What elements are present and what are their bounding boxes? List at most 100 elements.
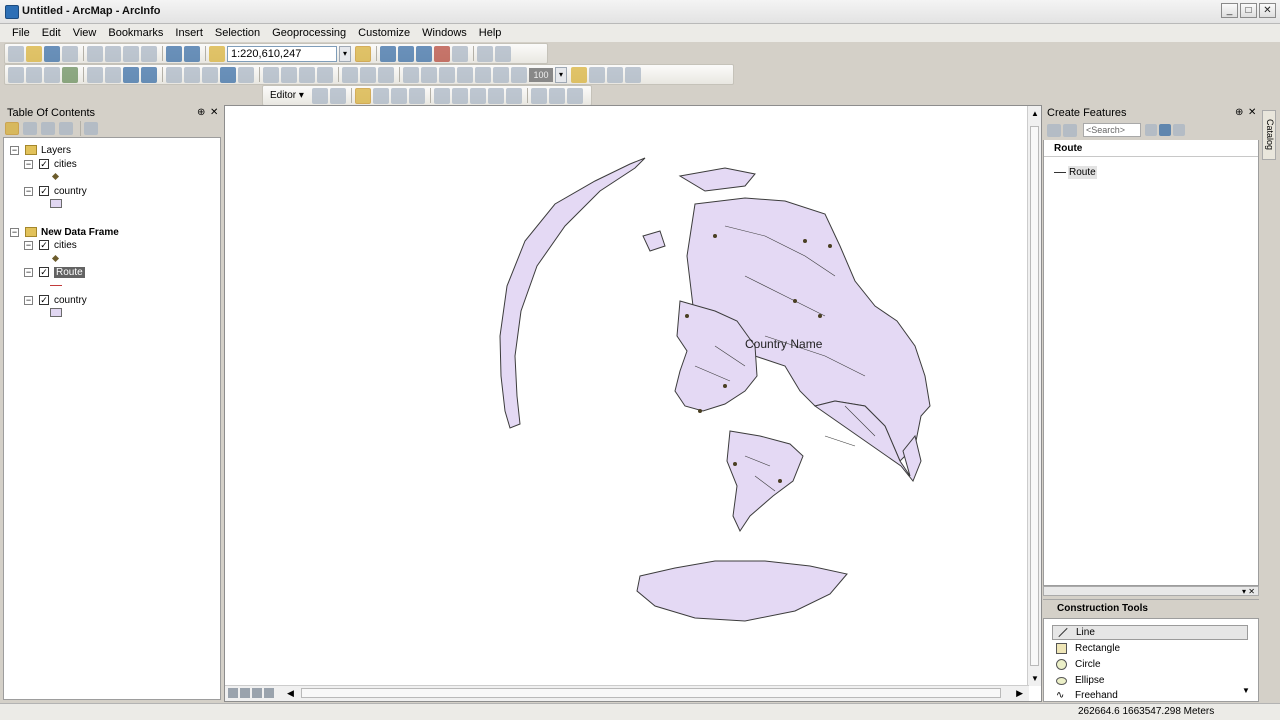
template-item-route[interactable]: Route [1054, 166, 1097, 179]
list-by-visibility-icon[interactable] [41, 122, 55, 135]
redo-icon[interactable] [184, 45, 200, 62]
menu-view[interactable]: View [67, 24, 103, 42]
model-builder-icon[interactable] [477, 45, 493, 62]
toc-options-icon[interactable] [84, 122, 98, 135]
fixed-zoom-out-icon[interactable] [105, 66, 121, 83]
attributes-icon[interactable] [530, 87, 547, 104]
toc-pin-icon[interactable]: ⊕ [197, 107, 205, 118]
create-features-pin-icon[interactable]: ⊕ [1235, 107, 1243, 118]
layout-view-icon[interactable] [240, 688, 250, 698]
arctoolbox-icon[interactable] [434, 45, 450, 62]
open-folder-icon[interactable] [26, 45, 42, 62]
scroll-up-icon[interactable]: ▲ [1031, 109, 1039, 118]
collapse-icon[interactable]: − [10, 227, 19, 237]
template-search-input[interactable]: <Search> [1083, 123, 1141, 137]
layout-pan-icon[interactable] [439, 66, 455, 83]
map-scale-input[interactable]: 1:220,610,247 [227, 45, 337, 62]
select-elements-icon[interactable] [202, 66, 218, 83]
layer-visibility-checkbox[interactable]: ✓ [39, 267, 49, 277]
layout-zoom-percent-field[interactable]: 100 [529, 67, 553, 82]
layer-visibility-checkbox[interactable]: ✓ [39, 186, 49, 196]
layout-zoom-in-icon[interactable] [403, 66, 419, 83]
scale-dropdown-arrow[interactable]: ▾ [339, 45, 351, 62]
collapse-icon[interactable]: − [10, 145, 19, 155]
menu-customize[interactable]: Customize [352, 24, 416, 42]
menu-file[interactable]: File [6, 24, 36, 42]
whats-this-icon[interactable] [495, 45, 511, 62]
layout-zoom-out-icon[interactable] [421, 66, 437, 83]
menu-geoprocessing[interactable]: Geoprocessing [266, 24, 352, 42]
toc-close-icon[interactable]: ✕ [210, 107, 218, 118]
split-tool-icon[interactable] [487, 87, 504, 104]
full-extent-icon[interactable] [62, 66, 78, 83]
create-features-close-icon[interactable]: ✕ [1248, 107, 1256, 118]
world-map-orthographic[interactable] [225, 106, 1029, 686]
panel-splitter[interactable]: ▾ ✕ [1043, 586, 1259, 596]
zoom-out-icon[interactable] [26, 66, 42, 83]
identify-icon[interactable] [220, 66, 236, 83]
time-slider-icon[interactable] [360, 66, 376, 83]
construction-tool-freehand[interactable]: ∿ Freehand [1052, 688, 1248, 703]
cut-polygons-icon[interactable] [469, 87, 486, 104]
hyperlink-icon[interactable] [342, 66, 358, 83]
scroll-left-icon[interactable]: ◀ [287, 688, 294, 699]
collapse-icon[interactable]: − [24, 186, 33, 196]
editor-menu-button[interactable]: Editor ▾ [266, 90, 308, 101]
rotate-tool-icon[interactable] [505, 87, 522, 104]
map-view[interactable]: Country Name ▲ ▼ ◀ ▶ [224, 105, 1042, 702]
zoom-whole-page-icon[interactable] [457, 66, 473, 83]
map-vertical-scrollbar[interactable]: ▲ ▼ [1027, 106, 1041, 686]
toc-layer-country[interactable]: − ✓ country [24, 184, 87, 198]
change-layout-icon[interactable] [607, 66, 623, 83]
construction-tools-scroll-down-icon[interactable]: ▼ [1242, 686, 1250, 695]
menu-insert[interactable]: Insert [169, 24, 209, 42]
menu-bookmarks[interactable]: Bookmarks [102, 24, 169, 42]
list-by-source-icon[interactable] [23, 122, 37, 135]
html-popup-icon[interactable] [238, 66, 254, 83]
construction-tool-circle[interactable]: Circle [1052, 657, 1248, 672]
layout-fixed-zoom-in-icon[interactable] [493, 66, 509, 83]
edit-tool-icon[interactable] [311, 87, 328, 104]
toc-layer-route[interactable]: − ✓ Route [24, 265, 85, 279]
pan-icon[interactable] [44, 66, 60, 83]
toc-layer-cities[interactable]: − ✓ cities [24, 157, 77, 171]
refresh-view-icon[interactable] [252, 688, 262, 698]
find-icon[interactable] [263, 66, 279, 83]
point-tool-icon[interactable] [408, 87, 425, 104]
delete-icon[interactable] [141, 45, 157, 62]
construction-tool-rectangle[interactable]: Rectangle [1052, 641, 1248, 656]
toc-frame-new-data-frame[interactable]: − New Data Frame [10, 225, 119, 239]
editor-toolbar-icon[interactable] [355, 45, 371, 62]
data-view-icon[interactable] [228, 688, 238, 698]
pause-drawing-icon[interactable] [264, 688, 274, 698]
minimize-button[interactable]: _ [1221, 3, 1238, 18]
search-icon[interactable] [1159, 124, 1171, 136]
reshape-feature-icon[interactable] [451, 87, 468, 104]
zoom-in-icon[interactable] [8, 66, 24, 83]
catalog-window-icon[interactable] [398, 45, 414, 62]
menu-windows[interactable]: Windows [416, 24, 473, 42]
splitter-buttons[interactable]: ▾ ✕ [1242, 587, 1255, 596]
save-icon[interactable] [44, 45, 60, 62]
focus-data-frame-icon[interactable] [589, 66, 605, 83]
fixed-zoom-in-icon[interactable] [87, 66, 103, 83]
create-viewer-icon[interactable] [378, 66, 394, 83]
catalog-side-tab[interactable]: Catalog [1262, 110, 1276, 160]
edit-vertices-icon[interactable] [433, 87, 450, 104]
collapse-icon[interactable]: − [24, 295, 33, 305]
add-data-icon[interactable] [209, 45, 225, 62]
back-extent-icon[interactable] [123, 66, 139, 83]
print-icon[interactable] [62, 45, 78, 62]
zoom-percent-dropdown[interactable]: ▾ [555, 66, 567, 83]
paste-icon[interactable] [123, 45, 139, 62]
clear-search-icon[interactable] [1145, 124, 1157, 136]
vertical-scroll-thumb[interactable] [1030, 126, 1039, 666]
new-document-icon[interactable] [8, 45, 24, 62]
menu-edit[interactable]: Edit [36, 24, 67, 42]
forward-extent-icon[interactable] [141, 66, 157, 83]
collapse-icon[interactable]: − [24, 240, 33, 250]
end-point-arc-icon[interactable] [372, 87, 389, 104]
menu-selection[interactable]: Selection [209, 24, 266, 42]
layer-visibility-checkbox[interactable]: ✓ [39, 240, 49, 250]
menu-help[interactable]: Help [473, 24, 508, 42]
